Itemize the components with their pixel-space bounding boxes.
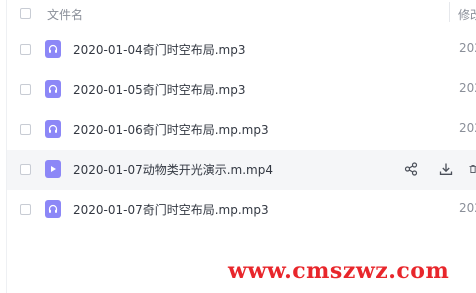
row-checkbox[interactable]	[20, 124, 31, 135]
file-name[interactable]: 2020-01-05奇门时空布局.mp3	[73, 81, 246, 98]
file-rows: 2020-01-04奇门时空布局.mp3 2020 2020-01-05奇门时空…	[7, 30, 476, 230]
file-row[interactable]: 2020-01-05奇门时空布局.mp3 2020	[7, 70, 476, 110]
watermark-text: www.cmszwz.com	[228, 258, 450, 284]
file-modified-date: 2020	[459, 201, 476, 215]
file-list-header: 文件名 修改	[7, 0, 476, 30]
audio-file-icon	[45, 200, 61, 218]
file-name[interactable]: 2020-01-04奇门时空布局.mp3	[73, 41, 246, 58]
row-checkbox[interactable]	[20, 44, 31, 55]
column-header-name[interactable]: 文件名	[47, 6, 83, 23]
column-divider[interactable]	[449, 2, 450, 22]
file-name[interactable]: 2020-01-07奇门时空布局.mp.mp3	[73, 201, 269, 218]
share-icon[interactable]	[402, 160, 420, 178]
file-modified-date: 2020	[459, 41, 476, 55]
file-row[interactable]: 2020-01-07动物类开光演示.m.mp4	[7, 150, 476, 190]
audio-file-icon	[45, 40, 61, 58]
row-checkbox[interactable]	[20, 204, 31, 215]
file-modified-date: 2020	[459, 121, 476, 135]
file-list-panel: 文件名 修改 2020-01-04奇门时空布局.mp3 2020	[6, 0, 476, 293]
row-checkbox[interactable]	[20, 164, 31, 175]
file-row[interactable]: 2020-01-04奇门时空布局.mp3 2020	[7, 30, 476, 70]
file-name[interactable]: 2020-01-07动物类开光演示.m.mp4	[73, 161, 273, 178]
delete-icon[interactable]	[468, 160, 476, 178]
row-checkbox[interactable]	[20, 84, 31, 95]
file-row[interactable]: 2020-01-06奇门时空布局.mp.mp3 2020	[7, 110, 476, 150]
file-modified-date: 2020	[459, 81, 476, 95]
video-file-icon	[45, 160, 61, 178]
file-row[interactable]: 2020-01-07奇门时空布局.mp.mp3 2020	[7, 190, 476, 230]
file-name[interactable]: 2020-01-06奇门时空布局.mp.mp3	[73, 121, 269, 138]
audio-file-icon	[45, 80, 61, 98]
column-header-modified[interactable]: 修改	[458, 6, 476, 23]
audio-file-icon	[45, 120, 61, 138]
select-all-checkbox[interactable]	[20, 8, 31, 19]
download-icon[interactable]	[437, 160, 455, 178]
